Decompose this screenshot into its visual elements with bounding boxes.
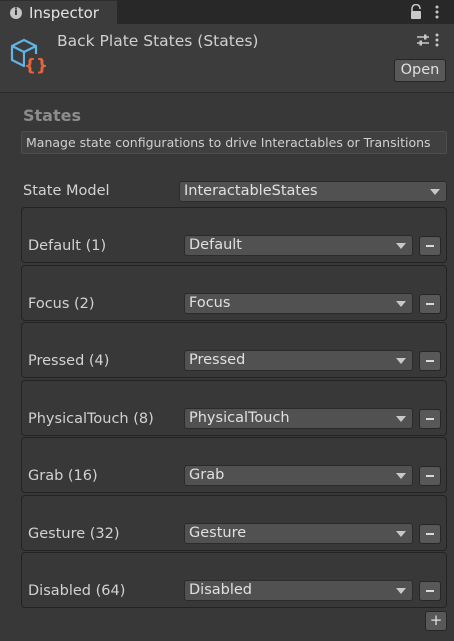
asset-title: Back Plate States (States) bbox=[57, 32, 259, 50]
state-item: PhysicalTouch (8) PhysicalTouch bbox=[21, 379, 447, 436]
svg-text:{}: {} bbox=[24, 56, 48, 76]
remove-state-button[interactable] bbox=[419, 523, 441, 544]
remove-state-button[interactable] bbox=[419, 466, 441, 486]
state-item: Gesture (32) Gesture bbox=[21, 494, 447, 551]
state-label: Default (1) bbox=[28, 238, 107, 254]
add-state-button[interactable]: + bbox=[425, 611, 447, 631]
minus-icon bbox=[426, 532, 434, 535]
open-button[interactable]: Open bbox=[394, 59, 446, 82]
dropdown-arrow-icon bbox=[396, 358, 406, 364]
state-dropdown[interactable]: PhysicalTouch bbox=[184, 407, 413, 429]
state-value: Pressed bbox=[189, 352, 246, 368]
state-item: Focus (2) Focus bbox=[21, 264, 447, 321]
tab-inspector[interactable]: i Inspector bbox=[0, 0, 117, 25]
state-item: Default (1) Default bbox=[21, 207, 447, 263]
remove-state-button[interactable] bbox=[419, 581, 441, 601]
minus-icon bbox=[426, 590, 434, 592]
dropdown-arrow-icon bbox=[396, 243, 406, 249]
remove-state-button[interactable] bbox=[419, 236, 441, 256]
asset-header: {} Back Plate States (States) Open bbox=[0, 24, 454, 92]
state-label: Focus (2) bbox=[28, 295, 95, 312]
state-item: Pressed (4) Pressed bbox=[21, 322, 447, 378]
minus-icon bbox=[426, 302, 434, 305]
state-label: Pressed (4) bbox=[28, 353, 110, 369]
state-dropdown[interactable]: Focus bbox=[184, 292, 413, 314]
section-title: States bbox=[23, 106, 81, 125]
state-model-dropdown[interactable]: InteractableStates bbox=[179, 181, 447, 202]
state-model-label: State Model bbox=[23, 183, 110, 199]
remove-state-button[interactable] bbox=[419, 293, 441, 314]
help-box: Manage state configurations to drive Int… bbox=[21, 131, 447, 154]
dropdown-arrow-icon bbox=[396, 300, 406, 307]
state-label: PhysicalTouch (8) bbox=[28, 410, 154, 427]
state-dropdown[interactable]: Pressed bbox=[184, 350, 413, 371]
remove-state-button[interactable] bbox=[419, 351, 441, 371]
tab-bar: i Inspector bbox=[0, 0, 454, 25]
tab-label: Inspector bbox=[29, 4, 99, 22]
state-value: Default bbox=[189, 237, 242, 253]
state-dropdown[interactable]: Gesture bbox=[184, 522, 413, 544]
minus-icon bbox=[426, 475, 434, 477]
state-value: Focus bbox=[189, 294, 231, 311]
state-label: Disabled (64) bbox=[28, 583, 126, 599]
state-dropdown[interactable]: Disabled bbox=[184, 580, 413, 601]
state-value: Grab bbox=[189, 467, 225, 483]
dropdown-arrow-icon bbox=[430, 189, 440, 195]
minus-icon bbox=[426, 417, 434, 420]
dropdown-arrow-icon bbox=[396, 473, 406, 479]
minus-icon bbox=[426, 245, 434, 247]
state-model-value: InteractableStates bbox=[184, 183, 318, 199]
context-menu-icon[interactable] bbox=[432, 32, 442, 48]
more-options-icon[interactable] bbox=[432, 4, 442, 20]
dropdown-arrow-icon bbox=[396, 588, 406, 594]
state-value: Disabled bbox=[189, 582, 252, 598]
state-value: PhysicalTouch bbox=[189, 409, 290, 426]
state-label: Gesture (32) bbox=[28, 525, 120, 542]
remove-state-button[interactable] bbox=[419, 408, 441, 429]
state-item: Grab (16) Grab bbox=[21, 437, 447, 493]
state-dropdown[interactable]: Grab bbox=[184, 465, 413, 486]
info-icon: i bbox=[10, 7, 22, 19]
minus-icon bbox=[426, 360, 434, 362]
preset-settings-icon[interactable] bbox=[416, 33, 430, 47]
header-divider bbox=[0, 92, 454, 93]
dropdown-arrow-icon bbox=[396, 415, 406, 422]
lock-icon[interactable] bbox=[409, 4, 423, 20]
state-item: Disabled (64) Disabled bbox=[21, 552, 447, 608]
scriptable-object-icon: {} bbox=[10, 38, 48, 76]
dropdown-arrow-icon bbox=[396, 530, 406, 537]
state-dropdown[interactable]: Default bbox=[184, 235, 413, 256]
state-value: Gesture bbox=[189, 524, 247, 541]
state-label: Grab (16) bbox=[28, 468, 98, 484]
